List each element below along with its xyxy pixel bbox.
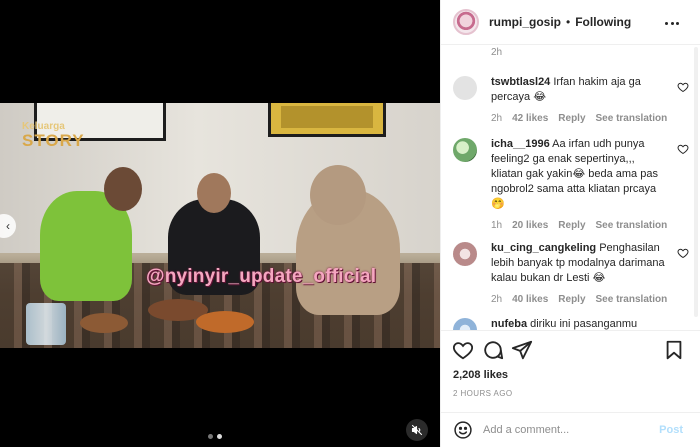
comment-time[interactable]: 2h <box>491 111 502 126</box>
following-button[interactable]: Following <box>575 15 631 29</box>
comment-username[interactable]: icha__1996 <box>491 138 550 150</box>
comment-text: diriku ini pasanganmu <box>530 318 638 330</box>
post-sidebar: rumpi_gosip • Following 2h tswbtlasl24 I… <box>440 0 700 447</box>
comment-likes[interactable]: 42 likes <box>512 111 548 126</box>
heart-icon[interactable] <box>677 247 689 259</box>
post-button[interactable]: Post <box>659 424 683 436</box>
comment-avatar[interactable] <box>453 318 477 330</box>
smiley-icon[interactable] <box>453 420 473 440</box>
mute-button[interactable] <box>406 419 428 441</box>
action-bar <box>441 330 700 366</box>
comment-username[interactable]: ku_cing_cangkeling <box>491 242 596 254</box>
chevron-left-icon: ‹ <box>6 219 10 233</box>
comment-likes[interactable]: 40 likes <box>512 292 548 307</box>
comment-time[interactable]: 1h <box>491 218 502 233</box>
comment-item: nufeba diriku ini pasanganmu <box>453 317 689 330</box>
carousel-dot-active <box>217 434 222 439</box>
carousel-dot <box>208 434 213 439</box>
comment-avatar[interactable] <box>453 76 477 100</box>
person-head <box>104 167 142 211</box>
show-logo-big: STORY <box>22 131 85 150</box>
reply-button[interactable]: Reply <box>558 292 585 307</box>
food-plate <box>196 311 254 333</box>
send-icon[interactable] <box>511 339 533 361</box>
watermark-text: @nyinyir_update_official <box>146 266 377 287</box>
username-link[interactable]: rumpi_gosip <box>489 15 561 29</box>
see-translation-button[interactable]: See translation <box>596 292 668 307</box>
comment-username[interactable]: nufeba <box>491 318 527 330</box>
see-translation-button[interactable]: See translation <box>596 218 668 233</box>
see-translation-button[interactable]: See translation <box>596 111 668 126</box>
scrollbar[interactable] <box>694 47 698 317</box>
post-time[interactable]: 2 HOURS AGO <box>453 389 513 398</box>
comment-username[interactable]: tswbtlasl24 <box>491 76 550 88</box>
show-logo: Keluarga STORY <box>22 121 85 151</box>
comment-item: icha__1996 Aa irfan udh punya feeling2 g… <box>453 137 689 233</box>
muted-speaker-icon <box>411 424 423 436</box>
water-bottles <box>26 303 66 345</box>
carousel-dots <box>208 434 222 439</box>
comment-time[interactable]: 2h <box>491 292 502 307</box>
comment-avatar[interactable] <box>453 138 477 162</box>
wall-picture-frame <box>268 103 386 137</box>
comment-item: tswbtlasl24 Irfan hakim aja ga percaya 😂… <box>453 75 689 126</box>
comment-bubble-icon[interactable] <box>482 339 504 361</box>
avatar[interactable] <box>453 9 479 35</box>
heart-icon[interactable] <box>452 339 474 361</box>
likes-count[interactable]: 2,208 likes <box>453 369 508 381</box>
add-comment-bar: Post <box>441 412 700 447</box>
comment-likes[interactable]: 20 likes <box>512 218 548 233</box>
comment-avatar[interactable] <box>453 242 477 266</box>
separator: • <box>566 15 571 29</box>
person-head <box>310 165 366 225</box>
caption-time: 2h <box>491 47 503 58</box>
food-plate <box>80 313 128 333</box>
post-media[interactable]: Keluarga STORY @nyinyir_update_official … <box>0 0 440 447</box>
comments-list[interactable]: 2h tswbtlasl24 Irfan hakim aja ga percay… <box>441 45 700 330</box>
comment-item: ku_cing_cangkeling Penghasilan lebih ban… <box>453 241 689 307</box>
person-head <box>197 173 231 213</box>
video-frame[interactable]: Keluarga STORY @nyinyir_update_official <box>0 103 440 348</box>
reply-button[interactable]: Reply <box>558 111 585 126</box>
heart-icon[interactable] <box>677 81 689 93</box>
bookmark-icon[interactable] <box>663 339 685 361</box>
reply-button[interactable]: Reply <box>558 218 585 233</box>
comment-input[interactable] <box>483 424 643 436</box>
post-header: rumpi_gosip • Following <box>441 0 700 45</box>
heart-icon[interactable] <box>677 143 689 155</box>
ellipsis-icon[interactable] <box>665 16 679 30</box>
